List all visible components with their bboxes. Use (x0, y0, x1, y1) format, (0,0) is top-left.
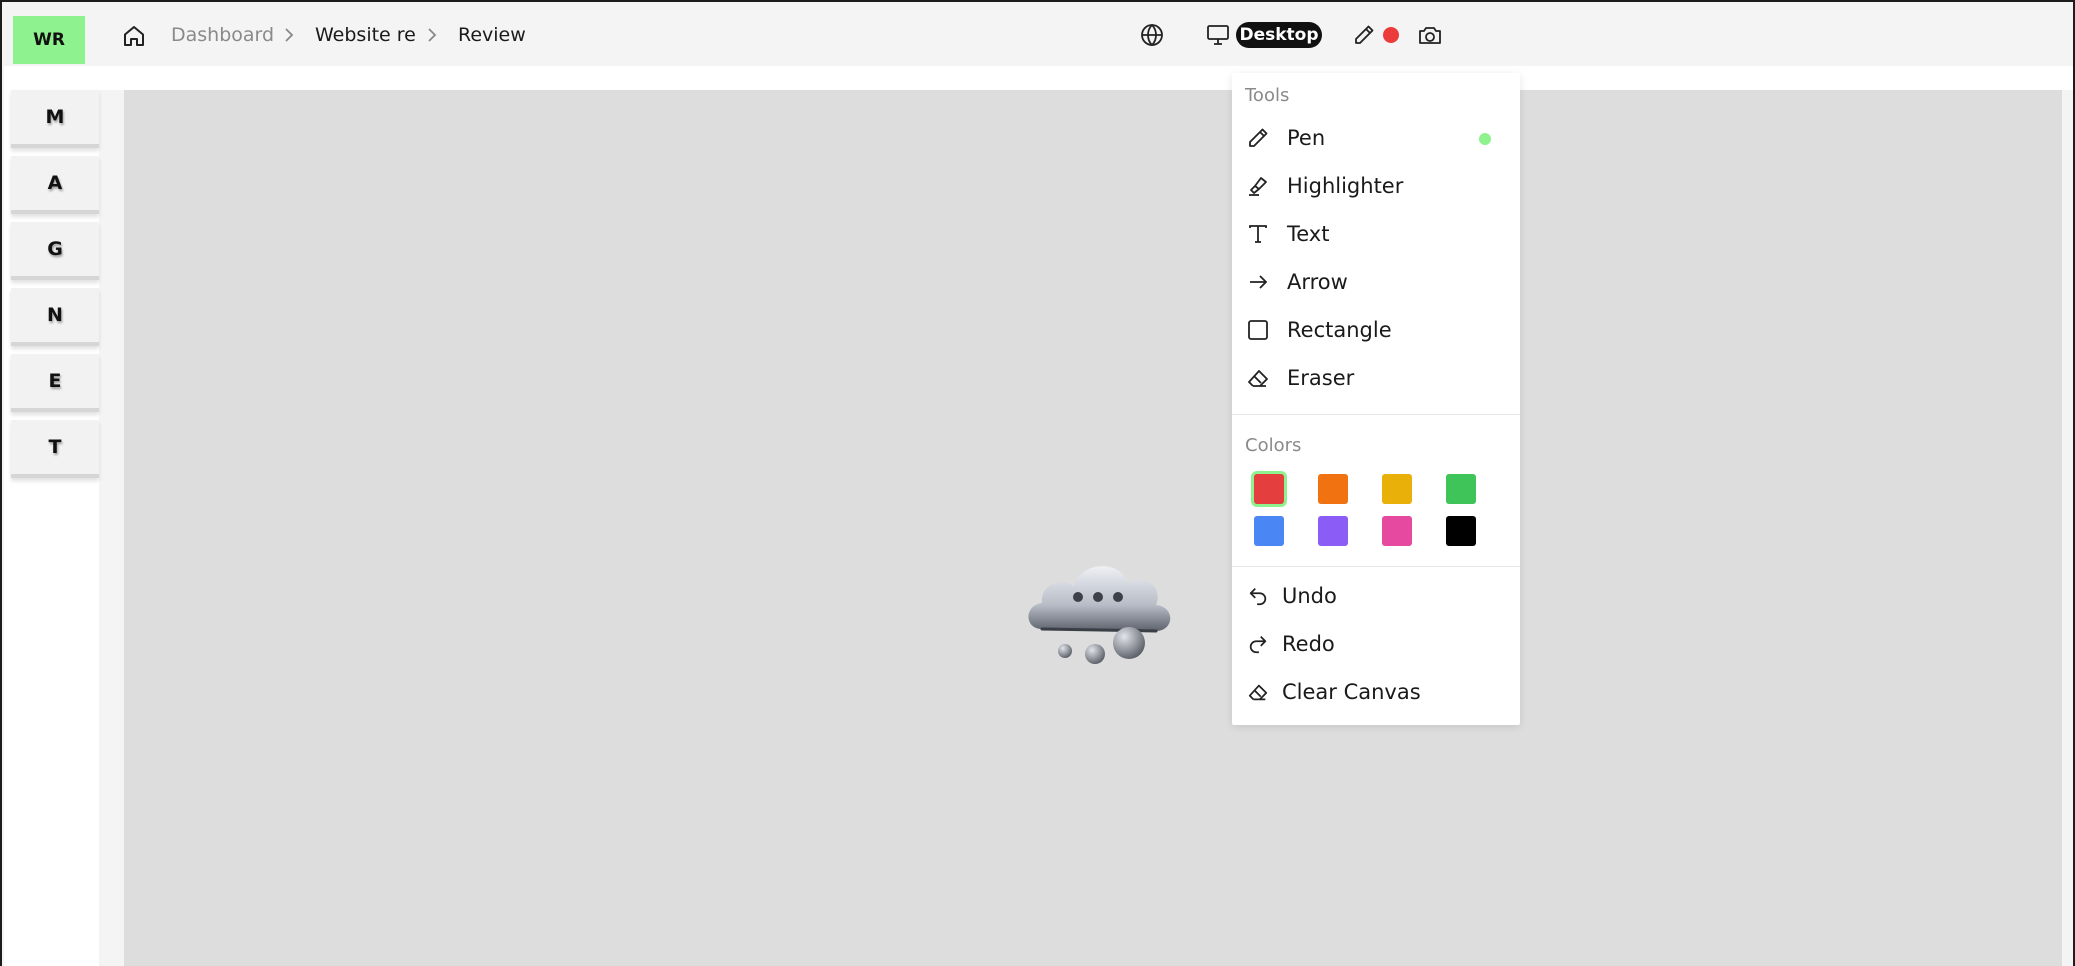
sidebar-item-g[interactable]: G (11, 222, 99, 280)
clear-canvas-button[interactable]: Clear Canvas (1246, 672, 1506, 712)
canvas-margin (99, 66, 2073, 90)
app-logo[interactable]: WR (13, 16, 85, 64)
divider (1232, 414, 1520, 415)
square-icon (1242, 314, 1274, 346)
drawing-canvas[interactable] (124, 90, 2062, 966)
redo-icon (1246, 632, 1270, 656)
color-swatch[interactable] (1318, 474, 1348, 504)
eraser-icon (1246, 680, 1270, 704)
color-swatch[interactable] (1446, 516, 1476, 546)
pen-icon (1242, 122, 1274, 154)
chevron-right-icon (424, 24, 440, 46)
tool-label: Arrow (1287, 270, 1348, 294)
tool-label: Highlighter (1287, 174, 1404, 198)
annotation-tools-panel: Tools Pen Highlighter Text Arrow Rectang… (1232, 73, 1520, 725)
breadcrumb-dashboard[interactable]: Dashboard (171, 23, 274, 47)
recording-indicator (1383, 27, 1399, 43)
eraser-icon (1242, 362, 1274, 394)
undo-button[interactable]: Undo (1246, 576, 1506, 616)
active-tool-indicator (1479, 133, 1491, 145)
tool-pen[interactable]: Pen (1242, 118, 1510, 158)
tool-label: Rectangle (1287, 318, 1392, 342)
highlighter-icon (1242, 170, 1274, 202)
colors-heading: Colors (1245, 435, 1302, 456)
sidebar-item-t[interactable]: T (11, 420, 99, 478)
redo-button[interactable]: Redo (1246, 624, 1506, 664)
undo-icon (1246, 584, 1270, 608)
divider (1232, 566, 1520, 567)
breadcrumb-current: Review (458, 24, 526, 46)
tool-arrow[interactable]: Arrow (1242, 262, 1510, 302)
pen-icon[interactable] (1350, 21, 1378, 49)
thinking-cloud-icon (1020, 547, 1178, 669)
color-swatch[interactable] (1382, 474, 1412, 504)
camera-icon[interactable] (1416, 21, 1444, 49)
color-swatch[interactable] (1254, 474, 1284, 504)
clear-canvas-label: Clear Canvas (1282, 680, 1421, 704)
globe-icon[interactable] (1138, 21, 1166, 49)
sidebar-item-n[interactable]: N (11, 288, 99, 346)
desktop-icon[interactable] (1204, 22, 1232, 48)
redo-label: Redo (1282, 632, 1335, 656)
tool-label: Pen (1287, 126, 1326, 150)
device-selector[interactable]: Desktop (1236, 22, 1322, 48)
home-icon[interactable] (120, 22, 148, 50)
tool-highlighter[interactable]: Highlighter (1242, 166, 1510, 206)
tool-rectangle[interactable]: Rectangle (1242, 310, 1510, 350)
tool-eraser[interactable]: Eraser (1242, 358, 1510, 398)
app-window: WR Dashboard Website re Review Desktop M… (0, 0, 2075, 966)
sidebar-item-e[interactable]: E (11, 354, 99, 412)
sidebar: M A G N E T (4, 66, 99, 966)
tool-text[interactable]: Text (1242, 214, 1510, 254)
color-swatch[interactable] (1382, 516, 1412, 546)
arrow-right-icon (1242, 266, 1274, 298)
tool-label: Eraser (1287, 366, 1355, 390)
color-swatch[interactable] (1318, 516, 1348, 546)
tools-heading: Tools (1245, 85, 1290, 106)
color-swatch[interactable] (1254, 516, 1284, 546)
sidebar-item-m[interactable]: M (11, 90, 99, 148)
undo-label: Undo (1282, 584, 1337, 608)
chevron-right-icon (281, 24, 297, 46)
color-swatch[interactable] (1446, 474, 1476, 504)
tool-label: Text (1287, 222, 1330, 246)
text-icon (1242, 218, 1274, 250)
breadcrumb-project[interactable]: Website re (315, 23, 416, 47)
sidebar-item-a[interactable]: A (11, 156, 99, 214)
top-bar: WR Dashboard Website re Review Desktop (2, 2, 2073, 66)
